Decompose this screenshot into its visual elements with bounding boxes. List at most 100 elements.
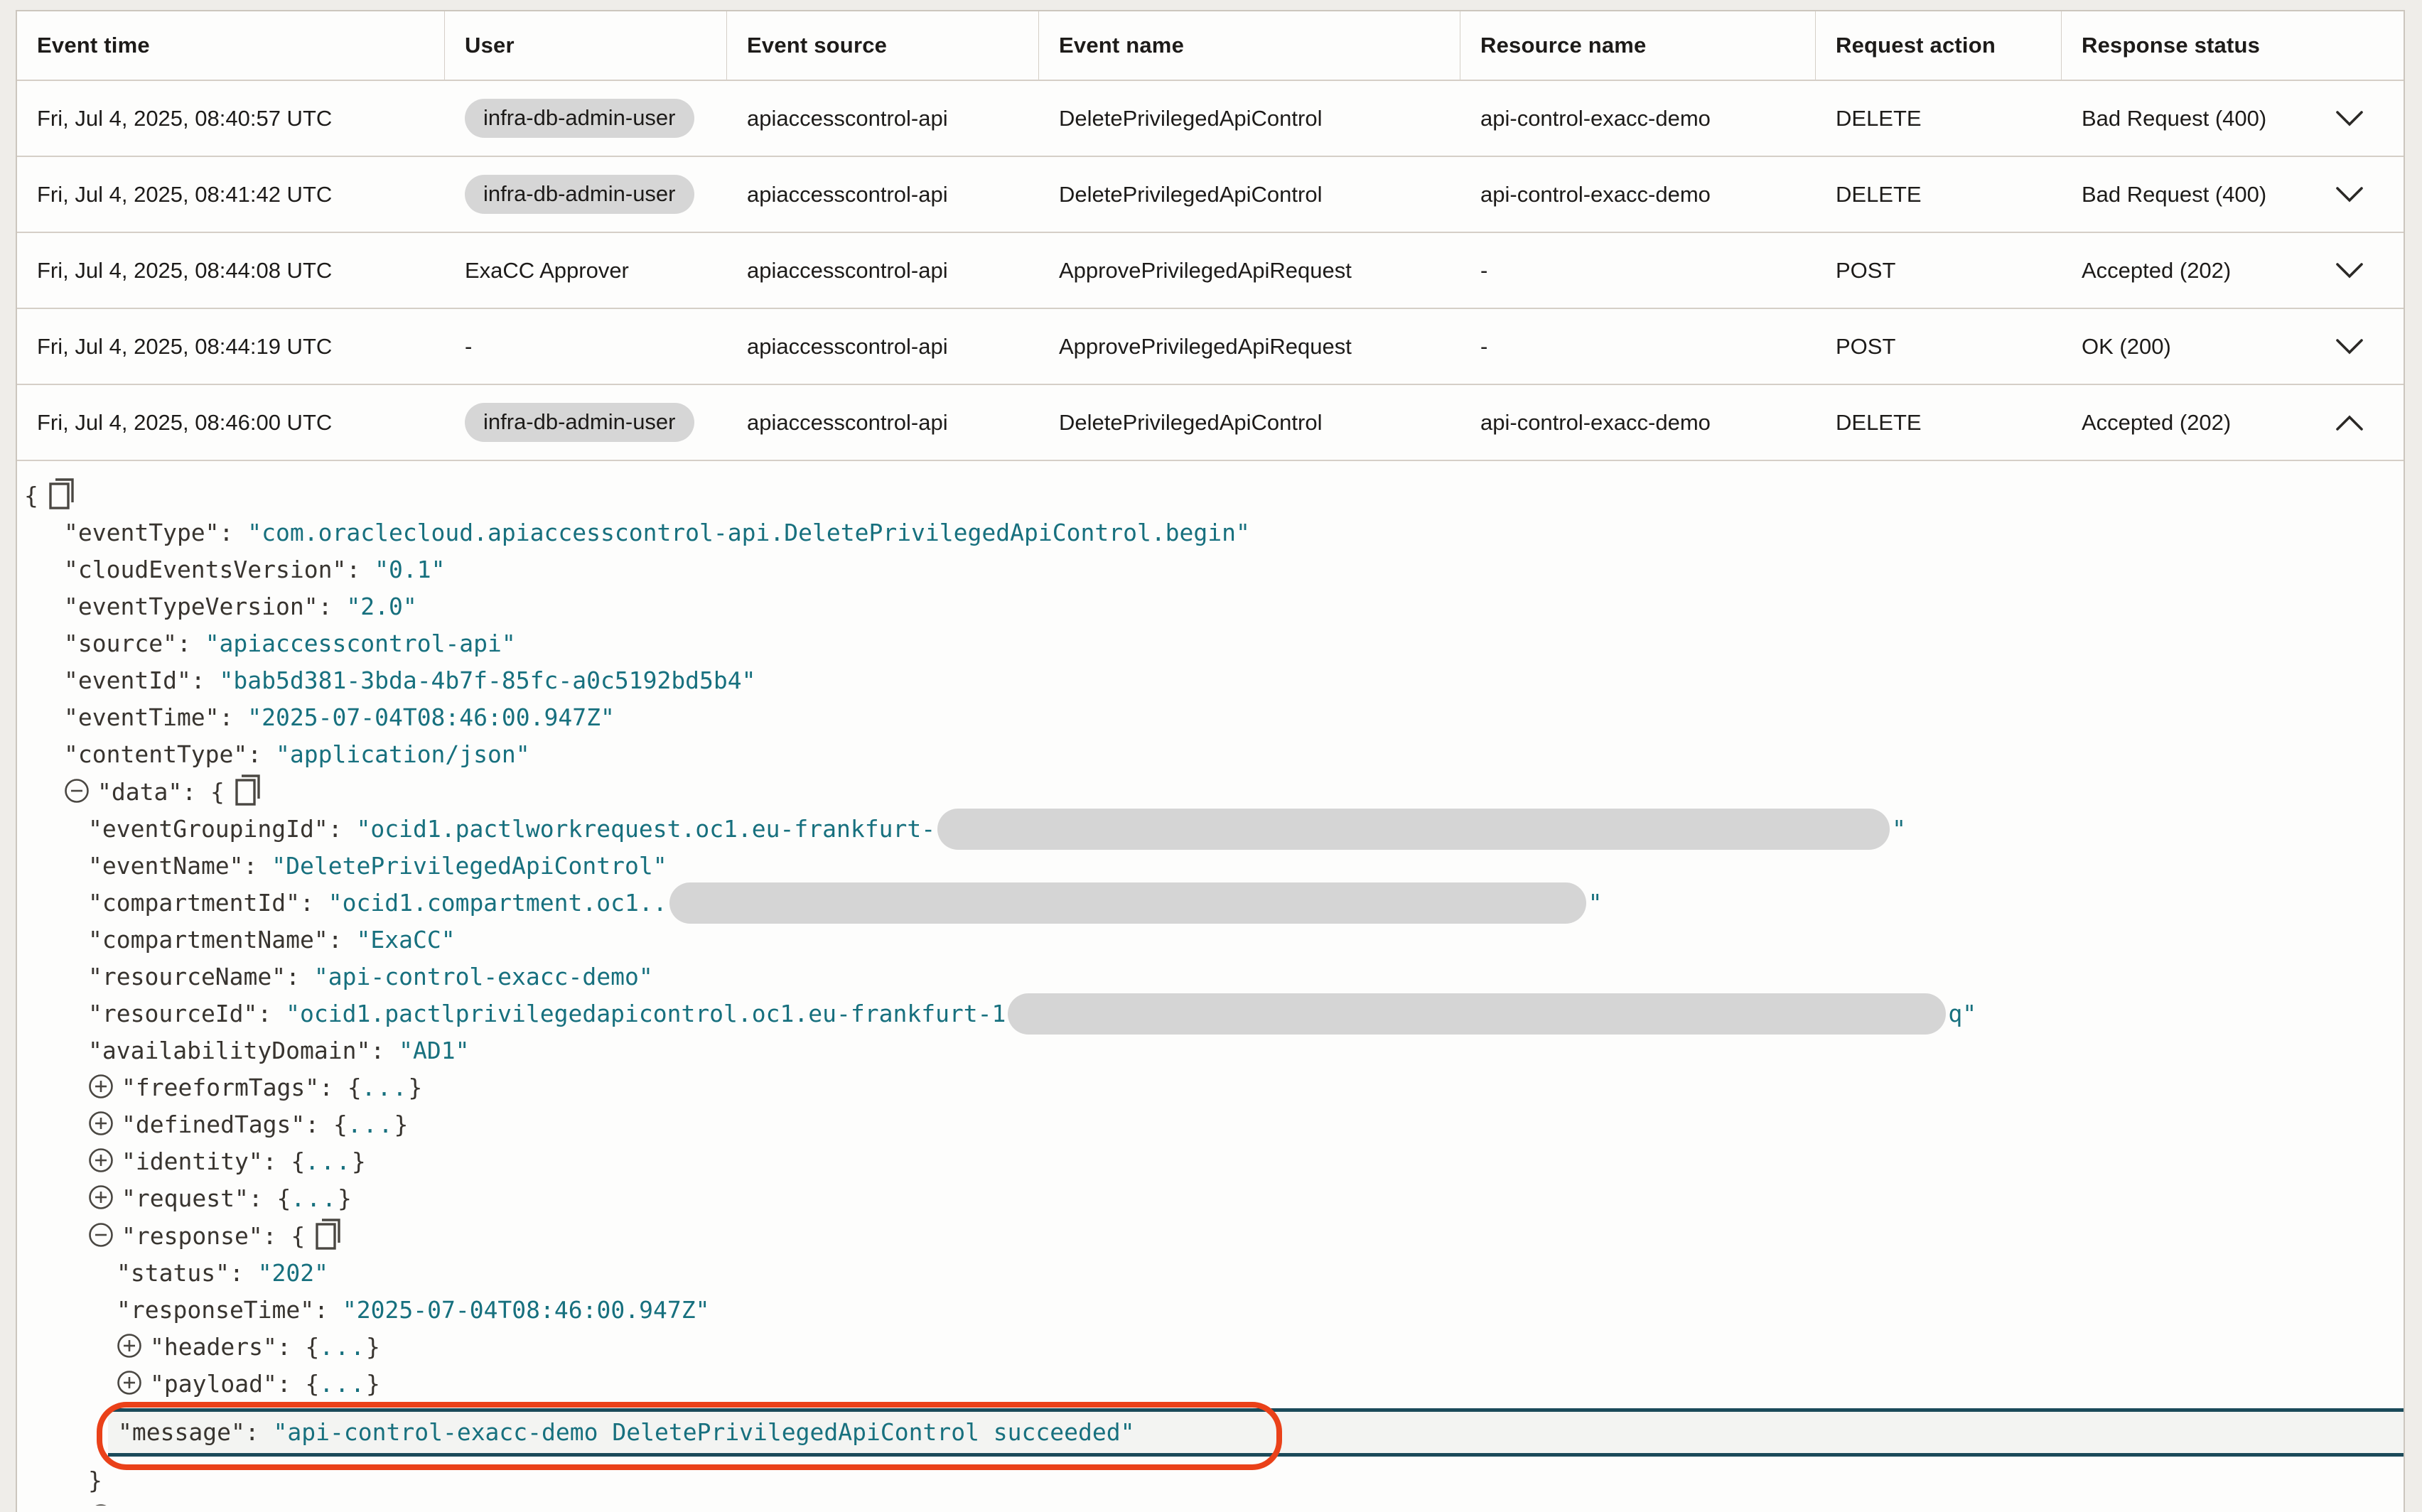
json-key: "eventGroupingId": — [88, 815, 357, 843]
request-action-cell: DELETE — [1816, 106, 2062, 131]
json-key: "message": — [118, 1418, 274, 1446]
collapsed-close-brace: } — [394, 1503, 409, 1506]
column-header-label: Event name — [1059, 33, 1184, 58]
event-time-value: Fri, Jul 4, 2025, 08:44:08 UTC — [37, 258, 332, 283]
json-value-fragment: " — [1892, 815, 1906, 843]
json-value-fragment: "ocid1.pactlworkrequest.oc1.eu-frankfurt… — [357, 815, 936, 843]
user-value: - — [465, 334, 472, 359]
event-name-value: DeletePrivilegedApiControl — [1059, 106, 1322, 131]
redaction-bar — [669, 882, 1586, 924]
json-line-response: "response": { — [17, 1217, 2404, 1255]
json-value: "2025-07-04T08:46:00.947Z" — [343, 1296, 710, 1324]
collapse-minus-icon[interactable] — [64, 777, 90, 803]
json-line-contentType: "contentType": "application/json" — [17, 736, 2404, 773]
request-action-value: POST — [1836, 334, 1895, 359]
json-line-cloudEventsVersion: "cloudEventsVersion": "0.1" — [17, 551, 2404, 588]
expand-plus-icon[interactable] — [117, 1369, 142, 1395]
expand-plus-icon[interactable] — [88, 1110, 114, 1135]
chevron-down-icon[interactable] — [2335, 338, 2364, 355]
expand-plus-icon[interactable] — [88, 1147, 114, 1172]
column-header-label: Response status — [2082, 33, 2260, 58]
open-brace: { — [210, 778, 225, 806]
json-line-eventGroupingId: "eventGroupingId": "ocid1.pactlworkreque… — [17, 811, 2404, 848]
table-row[interactable]: Fri, Jul 4, 2025, 08:46:00 UTCinfra-db-a… — [17, 384, 2404, 460]
request-action-cell: POST — [1816, 334, 2062, 360]
json-key: "eventTypeVersion": — [64, 593, 346, 620]
expand-plus-icon[interactable] — [88, 1184, 114, 1209]
column-header-label: User — [465, 33, 515, 58]
chevron-down-icon[interactable] — [2335, 186, 2364, 203]
json-key: "eventType": — [64, 519, 247, 546]
collapsed-close-brace: } — [394, 1111, 409, 1138]
redaction-bar — [1008, 993, 1946, 1035]
event-name-cell: ApprovePrivilegedApiRequest — [1039, 258, 1460, 284]
chevron-up-icon[interactable] — [2335, 414, 2364, 431]
response-status-value: Bad Request (400) — [2082, 106, 2266, 131]
table-row[interactable]: Fri, Jul 4, 2025, 08:44:08 UTCExaCC Appr… — [17, 232, 2404, 308]
collapsed-open-brace: { — [291, 1148, 305, 1175]
copy-icon[interactable] — [235, 773, 262, 807]
event-source-value: apiaccesscontrol-api — [747, 106, 948, 131]
json-value: "bab5d381-3bda-4b7f-85fc-a0c5192bd5b4" — [220, 666, 756, 694]
json-value: "api-control-exacc-demo DeletePrivileged… — [274, 1418, 1135, 1446]
json-line-eventName: "eventName": "DeletePrivilegedApiControl… — [17, 848, 2404, 885]
resource-name-cell: api-control-exacc-demo — [1460, 106, 1816, 131]
table-header-row: Event timeUserEvent sourceEvent nameReso… — [17, 11, 2404, 80]
json-value-fragment: "ocid1.pactlprivilegedapicontrol.oc1.eu-… — [286, 1000, 1006, 1027]
collapse-minus-icon[interactable] — [88, 1221, 114, 1247]
event-name-cell: DeletePrivilegedApiControl — [1039, 106, 1460, 131]
request-action-value: DELETE — [1836, 106, 1922, 131]
json-line-availabilityDomain: "availabilityDomain": "AD1" — [17, 1032, 2404, 1069]
table-row[interactable]: Fri, Jul 4, 2025, 08:40:57 UTCinfra-db-a… — [17, 80, 2404, 156]
chevron-down-icon[interactable] — [2335, 262, 2364, 279]
json-value: "0.1" — [375, 556, 445, 583]
json-line-payload: "payload": {...} — [17, 1366, 2404, 1403]
event-time-value: Fri, Jul 4, 2025, 08:44:19 UTC — [37, 334, 332, 359]
json-value: "AD1" — [399, 1037, 469, 1064]
column-header-label: Resource name — [1480, 33, 1646, 58]
json-line-request: "request": {...} — [17, 1180, 2404, 1217]
json-line-compartmentId: "compartmentId": "ocid1.compartment.oc1.… — [17, 885, 2404, 922]
event-source-value: apiaccesscontrol-api — [747, 410, 948, 435]
collapsed-close-brace: } — [338, 1184, 352, 1212]
expand-plus-icon[interactable] — [88, 1073, 114, 1098]
json-key: "response": — [122, 1222, 291, 1250]
expand-plus-icon[interactable] — [117, 1332, 142, 1358]
json-line-compartmentName: "compartmentName": "ExaCC" — [17, 922, 2404, 958]
collapsed-ellipsis: ... — [348, 1503, 394, 1506]
response-status-cell: Bad Request (400) — [2062, 106, 2404, 131]
event-source-cell: apiaccesscontrol-api — [727, 410, 1039, 436]
event-source-value: apiaccesscontrol-api — [747, 258, 948, 283]
event-name-cell: ApprovePrivilegedApiRequest — [1039, 334, 1460, 360]
table-row[interactable]: Fri, Jul 4, 2025, 08:44:19 UTC-apiaccess… — [17, 308, 2404, 384]
json-key: "contentType": — [64, 740, 276, 768]
copy-icon[interactable] — [48, 477, 75, 511]
table-row[interactable]: Fri, Jul 4, 2025, 08:41:42 UTCinfra-db-a… — [17, 156, 2404, 232]
json-line-identity: "identity": {...} — [17, 1143, 2404, 1180]
json-key: "eventName": — [88, 852, 271, 880]
resource-name-value: api-control-exacc-demo — [1480, 410, 1711, 435]
collapsed-ellipsis: ... — [305, 1148, 352, 1175]
collapsed-ellipsis: ... — [291, 1184, 338, 1212]
chevron-down-icon[interactable] — [2335, 110, 2364, 127]
json-key: "payload": — [150, 1370, 306, 1398]
copy-icon[interactable] — [315, 1217, 342, 1251]
response-status-value: Accepted (202) — [2082, 410, 2231, 436]
json-key: "status": — [117, 1259, 258, 1287]
expand-plus-icon[interactable] — [88, 1503, 114, 1506]
resource-name-value: api-control-exacc-demo — [1480, 182, 1711, 207]
resource-name-cell: - — [1460, 334, 1816, 360]
json-value: "api-control-exacc-demo" — [314, 963, 653, 990]
json-value: "application/json" — [276, 740, 530, 768]
json-line-freeformTags: "freeformTags": {...} — [17, 1069, 2404, 1106]
response-status-cell: OK (200) — [2062, 334, 2404, 360]
json-key: "resourceId": — [88, 1000, 286, 1027]
json-value: "2.0" — [346, 593, 416, 620]
event-name-value: DeletePrivilegedApiControl — [1059, 182, 1322, 207]
json-key: "definedTags": — [122, 1111, 333, 1138]
json-key: "stateChange": — [122, 1503, 333, 1506]
json-key: "identity": — [122, 1148, 291, 1175]
event-time-cell: Fri, Jul 4, 2025, 08:46:00 UTC — [17, 410, 445, 436]
column-header-label: Event time — [37, 33, 150, 58]
user-cell: - — [445, 334, 727, 360]
